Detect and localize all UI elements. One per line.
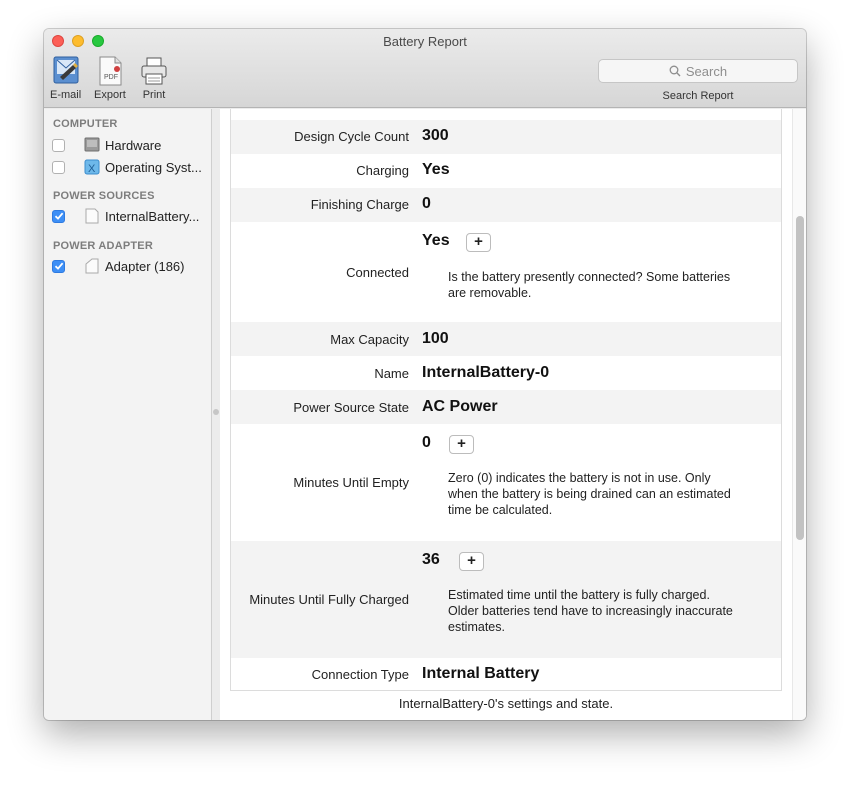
property-value: Internal Battery [422,665,540,682]
property-key: Max Capacity [330,332,409,347]
sidebar-item-label: Adapter (186) [105,258,185,274]
sidebar-item-internal-battery[interactable]: InternalBattery... [52,207,210,225]
split-view-divider-handle[interactable] [213,409,219,415]
report-content: Design Cycle Count 300 Charging Yes Fini… [220,109,806,720]
search-field[interactable]: Search [598,59,798,83]
sidebar-item-hardware[interactable]: Hardware [52,136,210,154]
table-row: Power Source State AC Power [231,390,781,424]
sidebar-item-label: InternalBattery... [105,208,200,224]
email-label: E-mail [50,89,82,101]
table-row: Minutes Until Empty 0 + Zero (0) indicat… [231,424,781,541]
property-key: Power Source State [293,400,409,415]
properties-table: Design Cycle Count 300 Charging Yes Fini… [230,109,782,691]
toolbar: Battery Report E-mail PDF Export Print S… [44,29,806,108]
table-row: Connection Type Internal Battery [231,658,781,690]
email-icon [53,56,79,84]
search-caption: Search Report [662,90,734,102]
scrollbar-thumb[interactable] [796,216,804,540]
print-label: Print [142,89,166,101]
pdf-document-icon: PDF [99,56,122,86]
connected-expand-button[interactable]: + [466,233,491,252]
report-footer: InternalBattery-0's settings and state. [398,696,614,711]
os-icon: X [84,159,100,175]
minutes-until-charged-expand-button[interactable]: + [459,552,484,571]
property-key: Connected [346,265,409,280]
property-value: AC Power [422,398,498,415]
table-row: Finishing Charge 0 [231,188,781,222]
property-description: Is the battery presently connected? Some… [448,270,731,300]
email-button[interactable]: E-mail [50,55,81,101]
battery-report-window: Battery Report E-mail PDF Export Print S… [44,29,806,720]
checkmark-icon [54,212,63,220]
property-value: InternalBattery-0 [422,364,550,381]
group-header-power-sources: POWER SOURCES [53,190,155,202]
table-row: Minutes Until Fully Charged 36 + Estimat… [231,541,781,658]
property-key: Design Cycle Count [294,129,409,144]
sidebar: COMPUTER Hardware X Operating Syst... PO… [44,109,212,720]
table-row: Design Cycle Count 300 [231,120,781,154]
table-row: Connected Yes + Is the battery presently… [231,222,781,322]
hardware-checkbox[interactable] [52,138,65,152]
property-value: 0 [422,195,431,212]
sidebar-item-label: Operating Syst... [105,159,202,175]
print-button[interactable]: Print [139,55,169,101]
property-value: 300 [422,127,449,144]
table-row-clipped [231,109,781,120]
checkmark-icon [54,262,63,270]
property-description: Zero (0) indicates the battery is not in… [448,471,731,517]
operating-system-checkbox[interactable] [52,160,65,174]
property-value: Yes [422,161,450,178]
property-key: Charging [356,163,409,178]
table-row: Name InternalBattery-0 [231,356,781,390]
property-key: Minutes Until Fully Charged [249,592,409,607]
export-label: Export [94,89,126,101]
property-description: Estimated time until the battery is full… [448,588,733,634]
property-key: Minutes Until Empty [293,475,409,490]
property-value: 36 [422,551,440,568]
search-placeholder: Search [685,63,728,79]
group-header-computer: COMPUTER [53,118,118,130]
sidebar-item-adapter[interactable]: Adapter (186) [52,257,210,275]
internal-battery-checkbox[interactable] [52,209,65,223]
property-key: Name [374,366,409,381]
svg-text:X: X [88,163,96,175]
document-icon [85,258,99,274]
property-value: 100 [422,330,449,347]
svg-text:PDF: PDF [104,74,118,81]
property-key: Finishing Charge [310,197,409,212]
document-icon [85,208,99,224]
sidebar-item-label: Hardware [105,137,162,153]
property-value: 0 [422,434,431,451]
window-title: Battery Report [383,34,467,49]
table-row: Charging Yes [231,154,781,188]
search-icon [669,65,681,77]
export-button[interactable]: PDF Export [94,55,126,101]
minutes-until-empty-expand-button[interactable]: + [449,435,474,454]
printer-icon [141,57,167,85]
hardware-icon [84,137,100,152]
property-key: Connection Type [311,667,409,682]
property-value: Yes [422,232,450,249]
group-header-power-adapter: POWER ADAPTER [53,240,153,252]
sidebar-item-operating-system[interactable]: X Operating Syst... [52,158,210,176]
adapter-checkbox[interactable] [52,259,65,273]
table-row: Max Capacity 100 [231,322,781,356]
